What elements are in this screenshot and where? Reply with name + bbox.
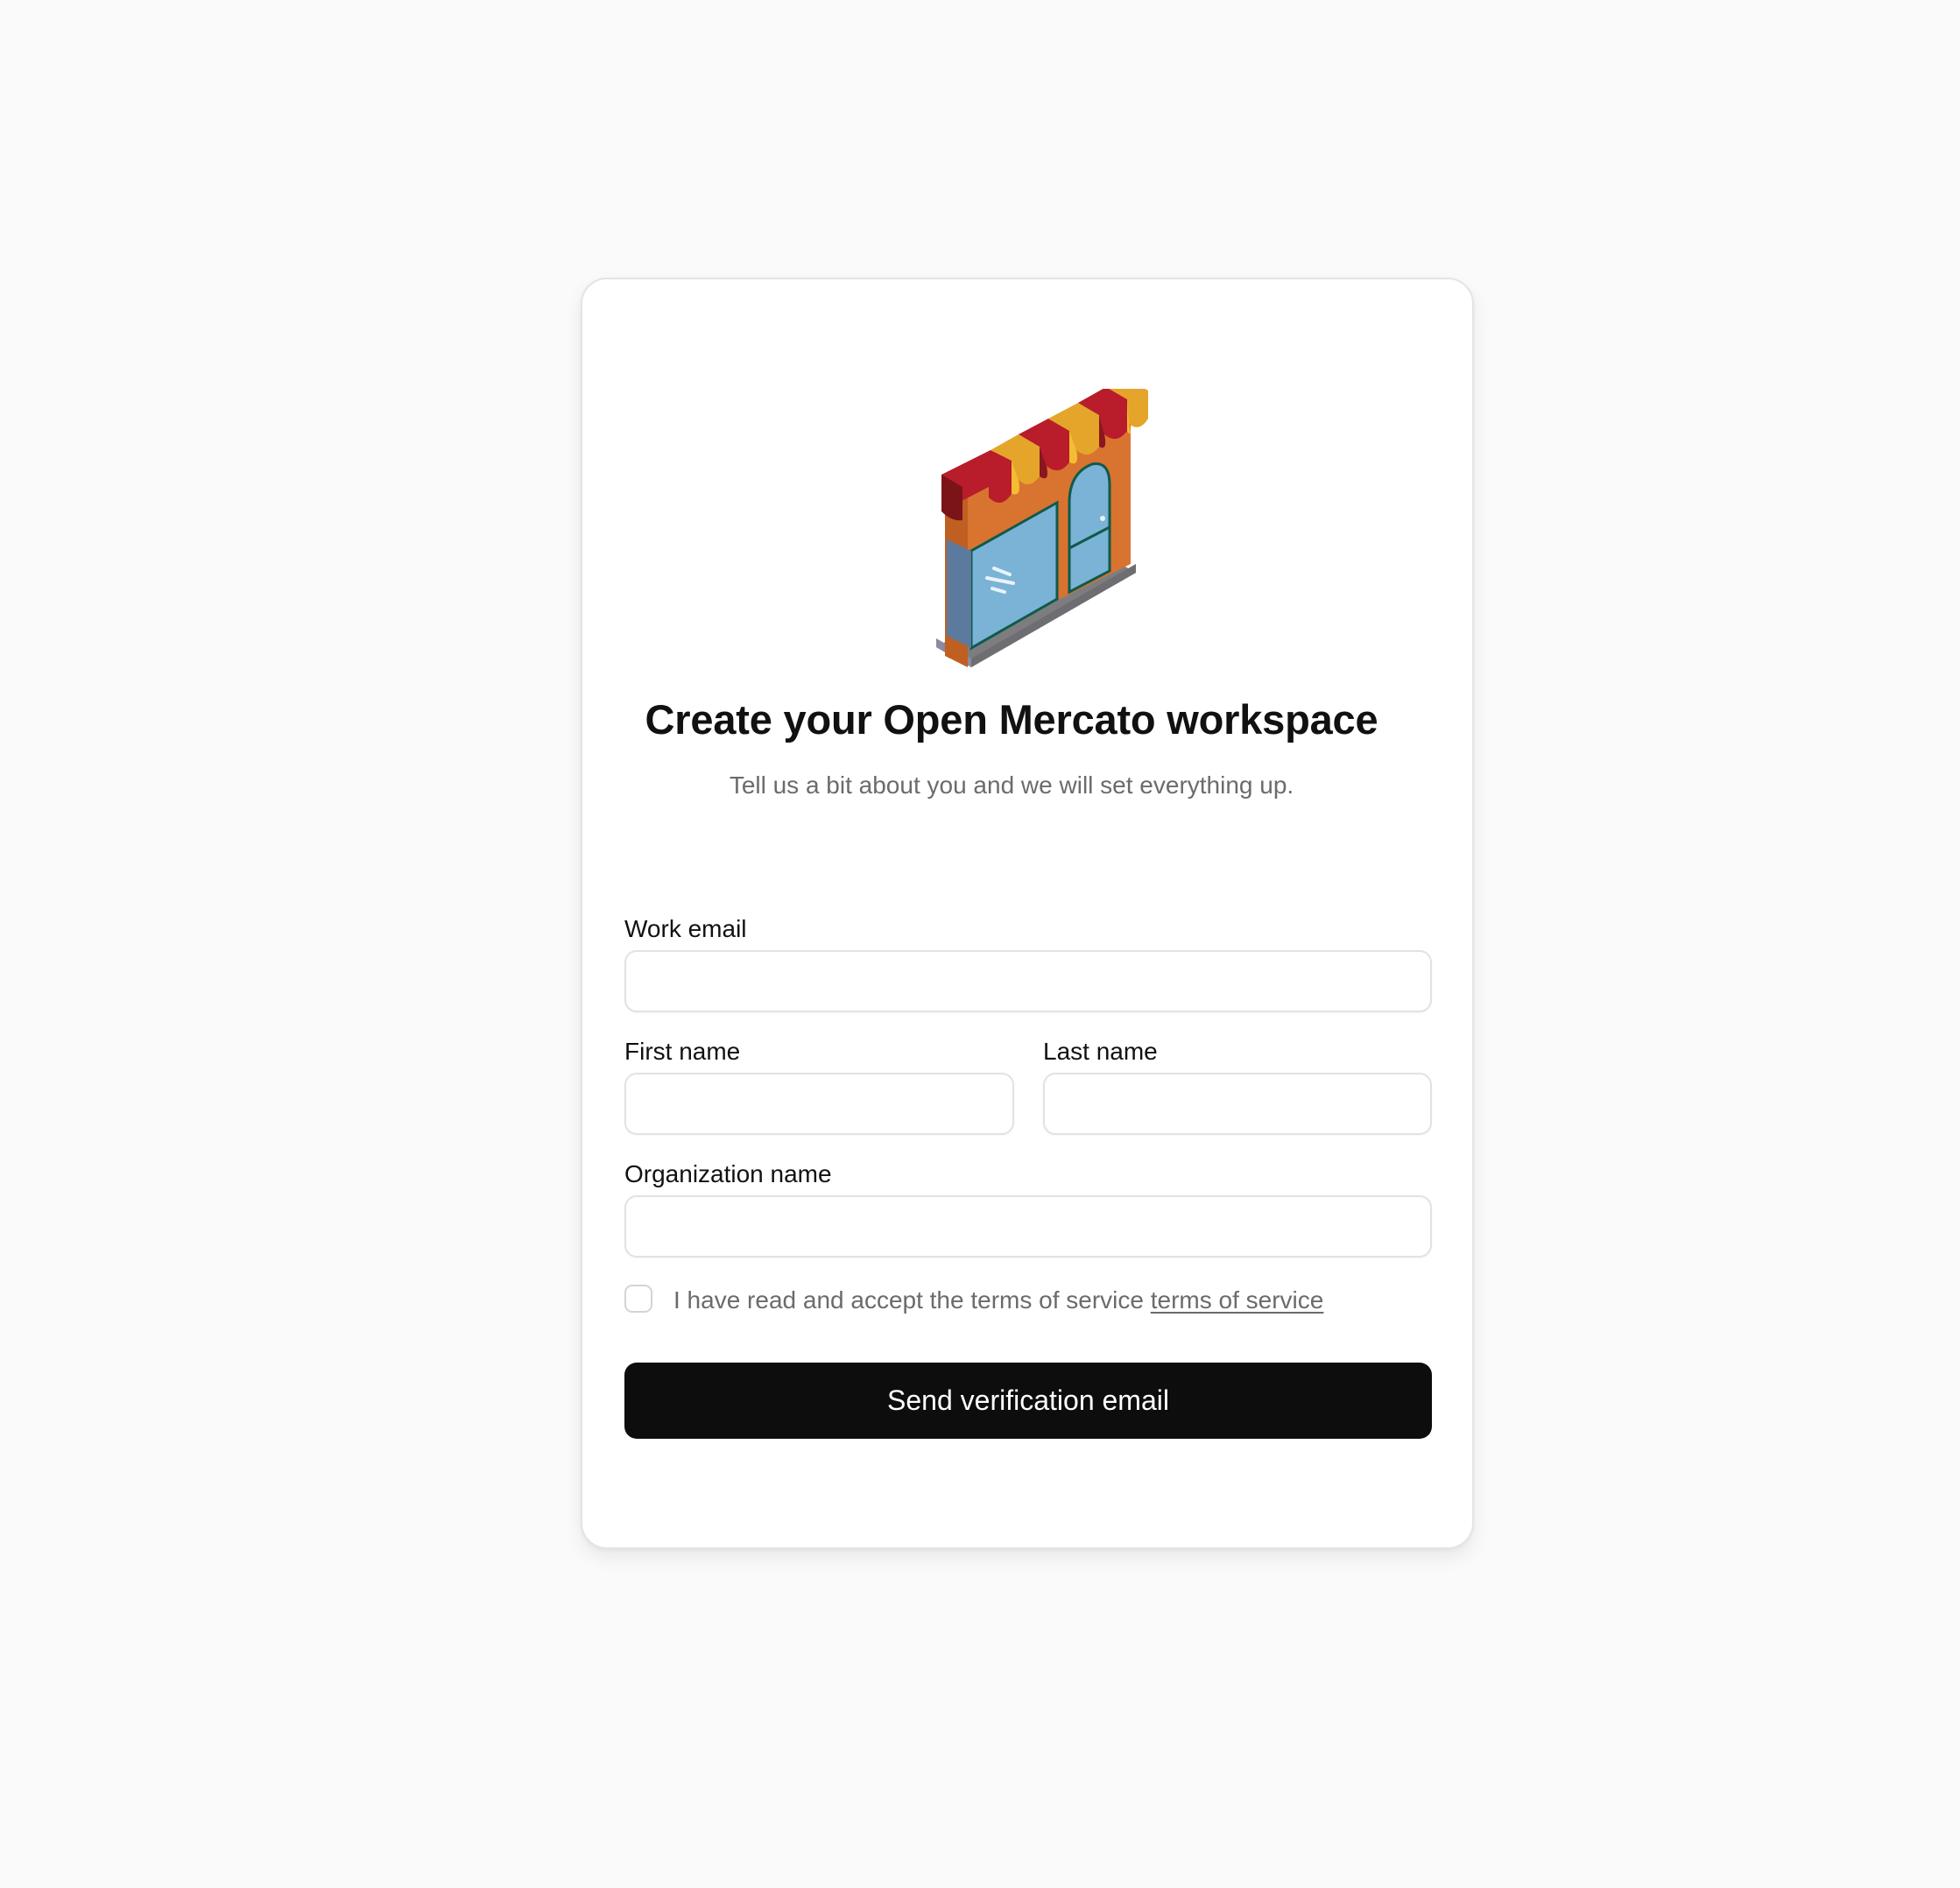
logo: [906, 389, 1152, 678]
storefront-icon: [936, 389, 1148, 667]
terms-text-row: I have read and accept the terms of serv…: [673, 1283, 1323, 1318]
organization-name-input[interactable]: [624, 1195, 1432, 1257]
terms-checkbox[interactable]: [624, 1285, 652, 1313]
page-title: Create your Open Mercato workspace: [645, 696, 1378, 743]
terms-of-service-link[interactable]: terms of service: [1151, 1286, 1324, 1314]
send-verification-email-button[interactable]: Send verification email: [624, 1363, 1432, 1439]
signup-page: { "page": { "background_color": "#fafafa…: [0, 0, 1960, 1888]
page-subtitle: Tell us a bit about you and we will set …: [729, 771, 1294, 799]
first-name-input[interactable]: [624, 1073, 1014, 1135]
last-name-label: Last name: [1043, 1038, 1158, 1065]
last-name-input[interactable]: [1043, 1073, 1432, 1135]
organization-name-label: Organization name: [624, 1160, 832, 1187]
signup-card: Create your Open Mercato workspace Tell …: [581, 278, 1474, 1549]
first-name-label: First name: [624, 1038, 741, 1065]
work-email-input[interactable]: [624, 950, 1432, 1012]
work-email-label: Work email: [624, 915, 747, 942]
terms-text: I have read and accept the terms of serv…: [673, 1286, 1144, 1314]
